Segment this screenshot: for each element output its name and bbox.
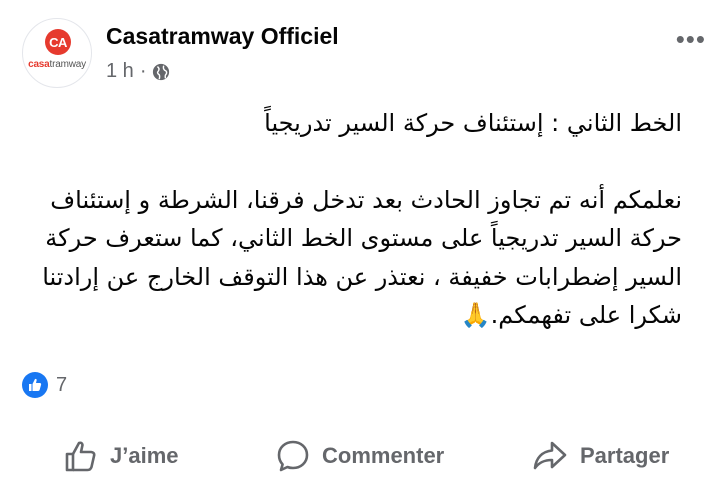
reactions-summary[interactable]: 7 (22, 372, 67, 398)
like-badge-icon (22, 372, 48, 398)
like-label: J’aime (110, 443, 179, 468)
reaction-count: 7 (56, 373, 68, 396)
post-text-line: السير إضطرابات خفيفة ، نعتذر عن هذا التو… (42, 262, 682, 291)
post-meta: 1 h · (106, 60, 170, 83)
post-header: CA casatramway Casatramway Officiel 1 h … (22, 18, 720, 88)
share-label: Partager (580, 443, 670, 468)
meta-separator: · (139, 60, 147, 82)
logo-text-a: casa (28, 59, 50, 70)
post-text-line: حركة السير تدريجياً على مستوى الخط الثان… (45, 224, 682, 252)
logo-mark: CA (45, 29, 71, 55)
comment-label: Commenter (322, 443, 445, 468)
post-text: الخط الثاني : إستئناف حركة السير تدريجيا… (40, 104, 682, 335)
logo-text: casatramway (23, 59, 91, 70)
post-text-line: نعلمكم أنه تم تجاوز الحادث بعد تدخل فرقن… (50, 185, 682, 214)
logo-text-b: tramway (49, 59, 87, 70)
post-text-line: الخط الثاني : إستئناف حركة السير تدريجيا… (264, 109, 682, 137)
post-actions: J’aime Commenter Partager (0, 432, 720, 480)
thumbs-up-icon (65, 441, 96, 472)
page-name[interactable]: Casatramway Officiel (106, 23, 339, 50)
post-time[interactable]: 1 h (106, 60, 134, 83)
comment-icon (277, 440, 309, 472)
more-options-icon[interactable]: ••• (676, 24, 706, 55)
page-avatar[interactable]: CA casatramway (22, 18, 92, 88)
comment-button[interactable]: Commenter (276, 432, 444, 480)
post-text-line: شكرا على تفهمكم.🙏 (460, 301, 682, 329)
like-button[interactable]: J’aime (64, 432, 179, 480)
share-icon (533, 441, 567, 470)
share-button[interactable]: Partager (532, 432, 669, 480)
globe-icon (153, 63, 170, 80)
